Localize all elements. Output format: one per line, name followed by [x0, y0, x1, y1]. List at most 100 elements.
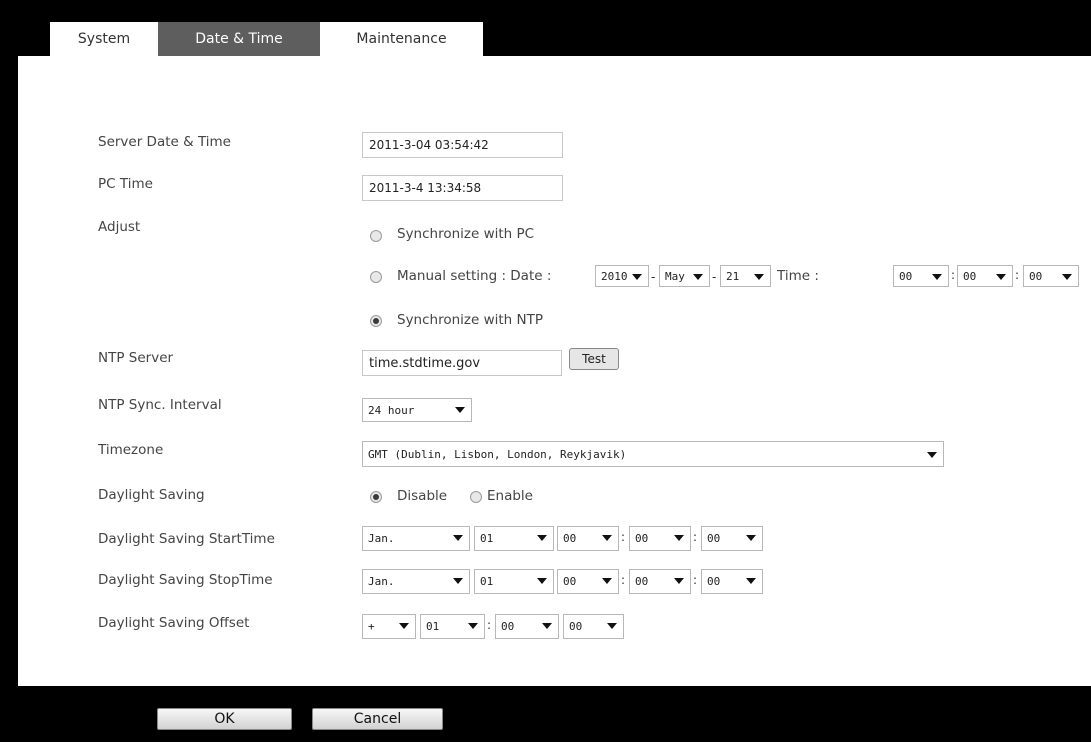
ds-start-month-value: Jan.: [368, 532, 395, 545]
ds-start-second-select[interactable]: 00: [701, 526, 763, 551]
manual-day-select[interactable]: 21: [720, 265, 771, 287]
ds-stop-hour-select[interactable]: 00: [557, 569, 619, 594]
ds-stop-minute-select[interactable]: 00: [629, 569, 691, 594]
ntp-interval-select[interactable]: 24 hour: [362, 398, 472, 422]
daylight-disable-radio[interactable]: [370, 491, 382, 503]
tab-maintenance-label: Maintenance: [356, 31, 447, 47]
chevron-down-icon: [754, 274, 764, 280]
ds-stop-day-select[interactable]: 01: [474, 569, 554, 594]
time-separator: :: [1015, 268, 1020, 282]
test-button[interactable]: Test: [569, 348, 619, 370]
manual-year-select[interactable]: 2010: [595, 265, 649, 287]
chevron-down-icon: [674, 578, 684, 584]
chevron-down-icon: [455, 407, 465, 413]
ntp-interval-label: NTP Sync. Interval: [98, 397, 222, 413]
manual-day-value: 21: [726, 269, 740, 283]
time-separator: :: [621, 573, 626, 587]
ok-button[interactable]: OK: [157, 708, 292, 730]
chevron-down-icon: [468, 623, 478, 629]
ds-offset-second-select[interactable]: 00: [563, 614, 624, 639]
time-separator: :: [693, 530, 698, 544]
ds-start-day-select[interactable]: 01: [474, 526, 554, 551]
chevron-down-icon: [746, 535, 756, 541]
sync-ntp-radio[interactable]: [370, 315, 382, 327]
chevron-down-icon: [399, 623, 409, 629]
manual-setting-label: Manual setting : Date :: [397, 268, 552, 284]
ds-start-second-value: 00: [707, 532, 721, 545]
daylight-disable-label: Disable: [397, 488, 448, 504]
chevron-down-icon: [932, 274, 942, 280]
date-separator: -: [712, 270, 717, 284]
chevron-down-icon: [674, 535, 684, 541]
ds-offset-sign-select[interactable]: +: [362, 614, 416, 639]
tab-system-label: System: [77, 31, 131, 47]
tab-date-time-label: Date & Time: [195, 31, 283, 47]
ntp-server-label: NTP Server: [98, 350, 174, 366]
chevron-down-icon: [607, 623, 617, 629]
sync-pc-radio[interactable]: [370, 230, 382, 242]
ds-start-hour-value: 00: [563, 532, 577, 545]
ds-offset-second-value: 00: [569, 620, 583, 633]
date-separator: -: [651, 270, 656, 284]
manual-month-value: May: [665, 269, 685, 283]
ds-offset-hour-value: 01: [426, 620, 440, 633]
ntp-interval-value: 24 hour: [368, 403, 415, 417]
adjust-label: Adjust: [98, 219, 141, 235]
ds-offset-minute-value: 00: [501, 620, 515, 633]
manual-month-select[interactable]: May: [659, 265, 710, 287]
ds-start-minute-select[interactable]: 00: [629, 526, 691, 551]
ds-stop-month-select[interactable]: Jan.: [362, 569, 470, 594]
manual-hour-select[interactable]: 00: [893, 265, 949, 287]
chevron-down-icon: [632, 274, 642, 280]
timezone-select[interactable]: GMT (Dublin, Lisbon, London, Reykjavik): [362, 441, 944, 467]
cancel-button[interactable]: Cancel: [312, 708, 443, 730]
ds-offset-hour-select[interactable]: 01: [420, 614, 485, 639]
ds-start-minute-value: 00: [635, 532, 649, 545]
ds-stop-hour-value: 00: [563, 575, 577, 588]
chevron-down-icon: [537, 578, 547, 584]
time-separator: :: [693, 573, 698, 587]
pc-time-label: PC Time: [98, 176, 153, 192]
time-separator: :: [951, 268, 956, 282]
tab-system[interactable]: System: [50, 22, 158, 56]
chevron-down-icon: [542, 623, 552, 629]
ds-stop-month-value: Jan.: [368, 575, 395, 588]
tab-date-time[interactable]: Date & Time: [158, 22, 320, 56]
manual-minute-select[interactable]: 00: [957, 265, 1013, 287]
time-separator: :: [621, 530, 626, 544]
daylight-enable-label: Enable: [487, 488, 533, 504]
server-datetime-label: Server Date & Time: [98, 134, 231, 150]
ds-offset-minute-select[interactable]: 00: [495, 614, 559, 639]
ds-start-month-select[interactable]: Jan.: [362, 526, 470, 551]
manual-second-select[interactable]: 00: [1023, 265, 1079, 287]
daylight-enable-radio[interactable]: [470, 491, 482, 503]
chevron-down-icon: [693, 274, 703, 280]
ntp-server-input[interactable]: time.stdtime.gov: [362, 350, 562, 376]
chevron-down-icon: [1062, 274, 1072, 280]
manual-minute-value: 00: [963, 269, 977, 283]
ds-stop-second-select[interactable]: 00: [701, 569, 763, 594]
ds-start-day-value: 01: [480, 532, 494, 545]
chevron-down-icon: [537, 535, 547, 541]
chevron-down-icon: [602, 578, 612, 584]
tab-maintenance[interactable]: Maintenance: [320, 22, 483, 56]
timezone-value: GMT (Dublin, Lisbon, London, Reykjavik): [368, 447, 627, 461]
chevron-down-icon: [453, 535, 463, 541]
time-label: Time :: [777, 268, 819, 284]
manual-setting-radio[interactable]: [370, 271, 382, 283]
ds-stop-label: Daylight Saving StopTime: [98, 572, 273, 588]
chevron-down-icon: [746, 578, 756, 584]
ds-offset-sign-value: +: [368, 620, 375, 633]
chevron-down-icon: [602, 535, 612, 541]
chevron-down-icon: [927, 452, 937, 458]
server-datetime-field: 2011-3-04 03:54:42: [362, 132, 563, 158]
ds-offset-label: Daylight Saving Offset: [98, 615, 250, 631]
manual-second-value: 00: [1029, 269, 1043, 283]
ds-start-hour-select[interactable]: 00: [557, 526, 619, 551]
sync-ntp-label: Synchronize with NTP: [397, 312, 544, 328]
chevron-down-icon: [453, 578, 463, 584]
sync-pc-label: Synchronize with PC: [397, 226, 535, 242]
daylight-saving-label: Daylight Saving: [98, 487, 205, 503]
chevron-down-icon: [996, 274, 1006, 280]
ds-stop-minute-value: 00: [635, 575, 649, 588]
